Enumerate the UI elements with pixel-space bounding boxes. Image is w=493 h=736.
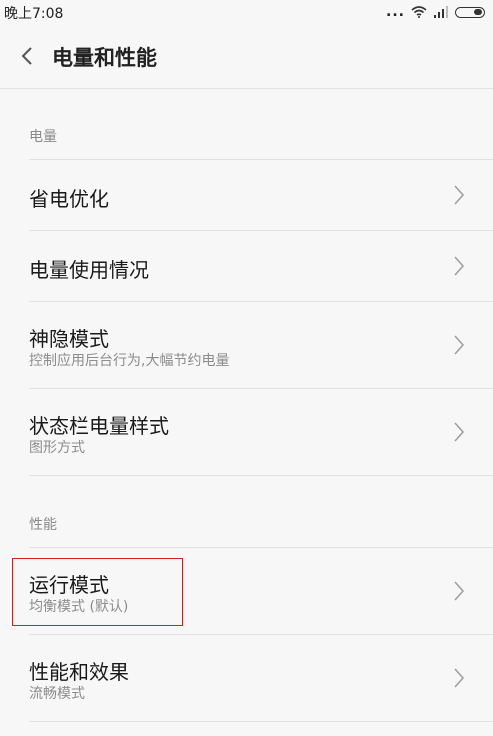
- chevron-right-icon: [454, 668, 465, 688]
- list-item-hidden-mode[interactable]: 神隐模式 控制应用后台行为,大幅节约电量: [0, 302, 493, 388]
- list-item-title: 电量使用情况: [29, 258, 149, 282]
- list-item-performance-effects[interactable]: 性能和效果 流畅模式: [0, 635, 493, 721]
- section-label-performance: 性能: [29, 517, 57, 533]
- divider: [29, 721, 493, 722]
- chevron-right-icon: [454, 185, 465, 205]
- status-icons: ...: [386, 4, 485, 20]
- wifi-icon: [411, 6, 427, 18]
- list-item-subtitle: 流畅模式: [29, 686, 85, 702]
- page-title: 电量和性能: [52, 46, 157, 70]
- chevron-left-icon[interactable]: [18, 44, 38, 68]
- status-time: 晚上7:08: [4, 6, 64, 22]
- more-dots-icon: ...: [386, 4, 405, 20]
- list-item-power-saving[interactable]: 省电优化: [0, 160, 493, 230]
- chevron-right-icon: [454, 335, 465, 355]
- status-bar: 晚上7:08 ...: [0, 0, 493, 24]
- highlight-box: [12, 558, 183, 626]
- list-item-subtitle: 控制应用后台行为,大幅节约电量: [29, 353, 230, 369]
- list-item-title: 性能和效果: [29, 660, 129, 684]
- divider: [29, 475, 493, 476]
- list-item-battery-usage[interactable]: 电量使用情况: [0, 231, 493, 301]
- list-item-subtitle: 图形方式: [29, 440, 85, 456]
- list-item-title: 状态栏电量样式: [29, 414, 169, 438]
- chevron-right-icon: [454, 581, 465, 601]
- header: 电量和性能: [0, 24, 493, 89]
- list-item-title: 省电优化: [29, 187, 109, 211]
- list-item-statusbar-battery-style[interactable]: 状态栏电量样式 图形方式: [0, 389, 493, 475]
- chevron-right-icon: [454, 256, 465, 276]
- battery-icon: [455, 6, 485, 18]
- signal-icon: [434, 6, 448, 18]
- chevron-right-icon: [454, 422, 465, 442]
- list-item-title: 神隐模式: [29, 327, 109, 351]
- section-label-battery: 电量: [29, 129, 57, 145]
